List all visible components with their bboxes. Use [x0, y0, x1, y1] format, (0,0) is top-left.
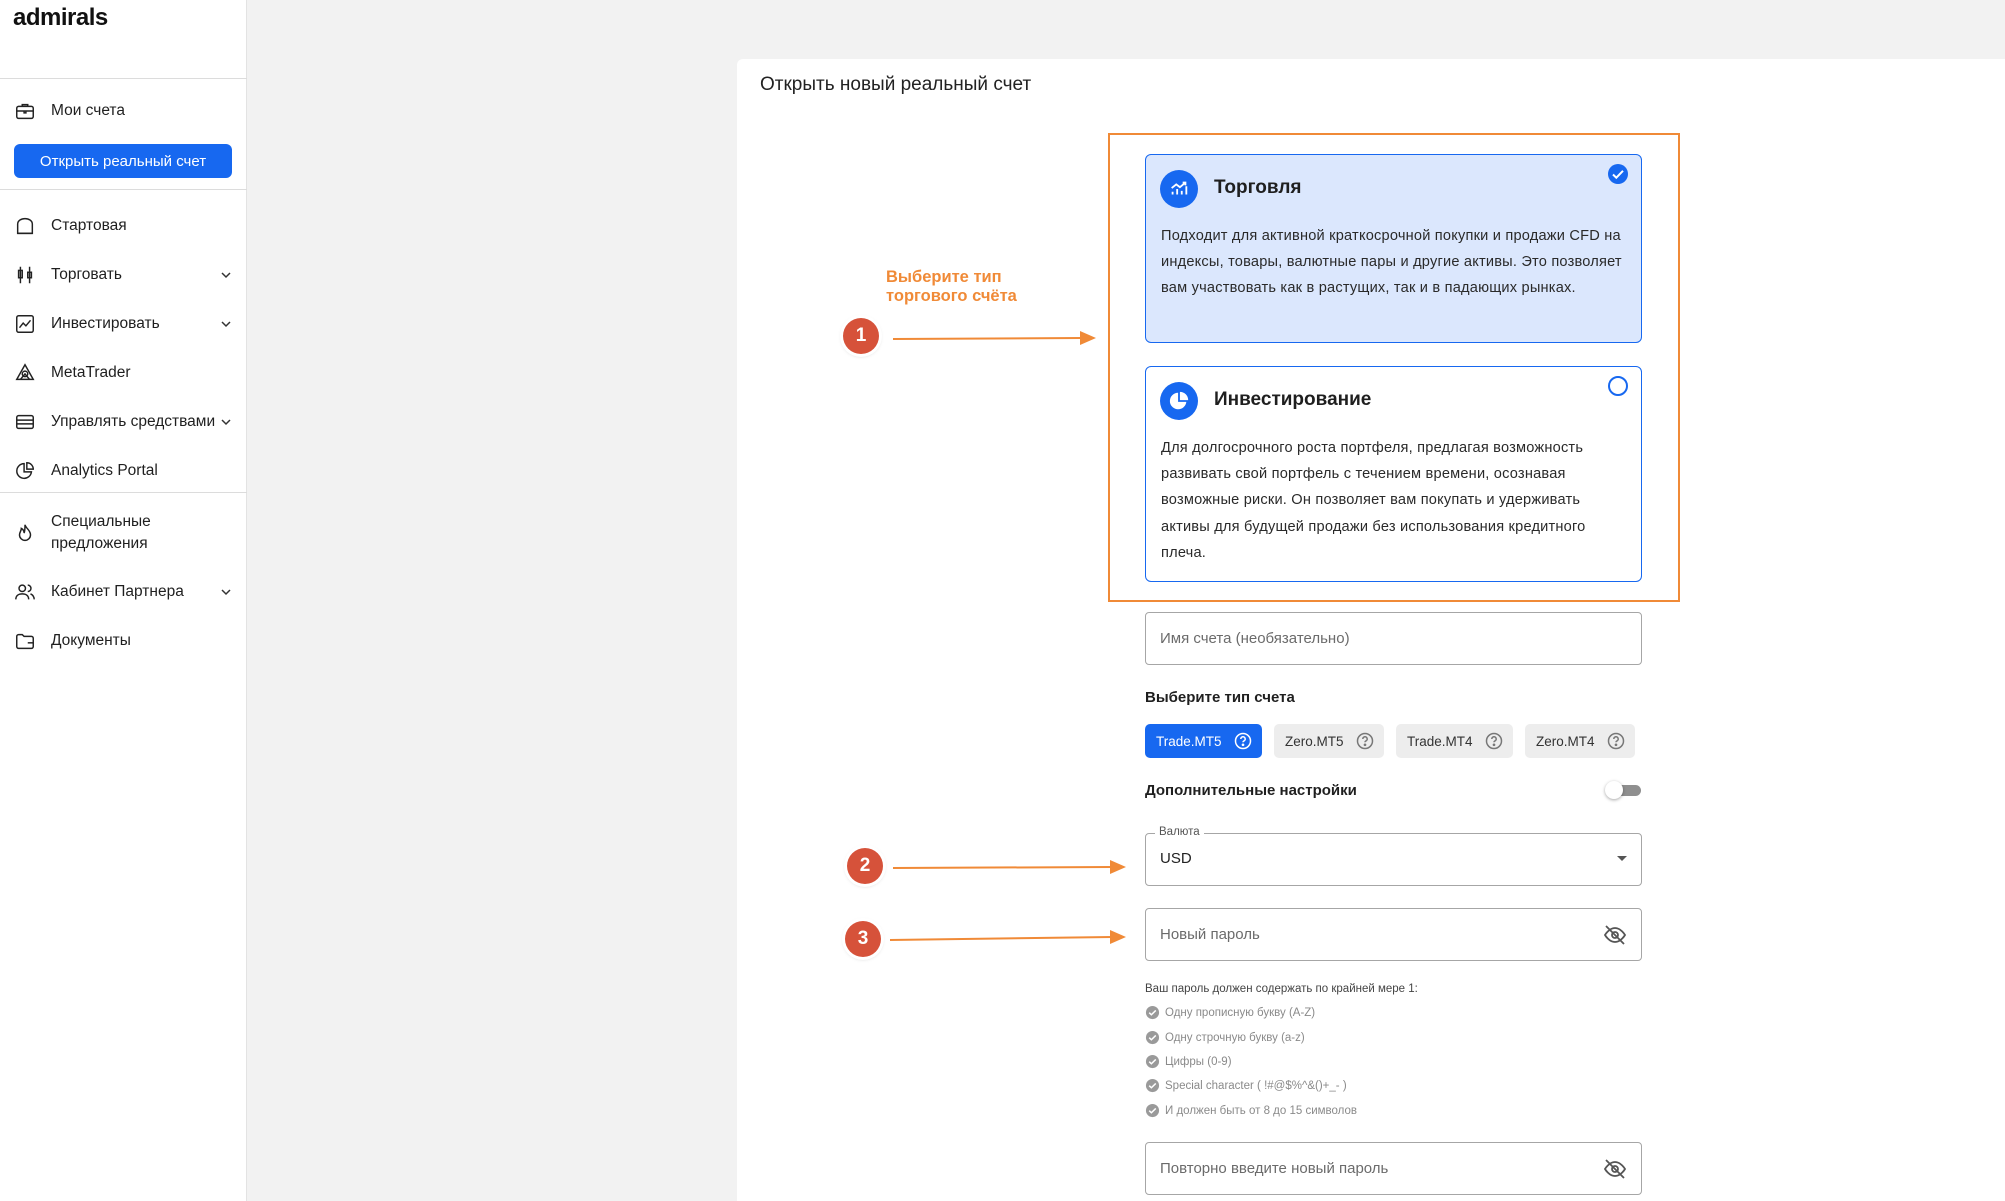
account-type-chip-zero-mt4[interactable]: Zero.MT4: [1525, 724, 1635, 758]
check-circle-icon: [1145, 1078, 1160, 1093]
page-title: Открыть новый реальный счет: [760, 74, 1032, 95]
flame-icon: [14, 522, 36, 544]
dropdown-arrow-icon[interactable]: [1617, 856, 1627, 861]
briefcase-icon: [14, 100, 36, 122]
wallet-icon: [14, 411, 36, 433]
sidebar-item-invest[interactable]: Инвестировать: [0, 306, 247, 342]
annotation-badge-2: 2: [847, 848, 883, 884]
currency-label: Валюта: [1155, 826, 1204, 838]
account-type-chip-trade-mt5[interactable]: Trade.MT5: [1145, 724, 1262, 758]
account-type-card-trading[interactable]: Торговля Подходит для активной краткосро…: [1145, 154, 1642, 343]
sidebar-item-metatrader[interactable]: MetaTrader: [0, 355, 247, 391]
password-requirement-item: Одну прописную букву (A-Z): [1145, 1005, 1315, 1020]
sidebar-item-label: Мои счета: [51, 102, 125, 119]
password-requirement-item: Цифры (0-9): [1145, 1054, 1232, 1069]
new-password-input[interactable]: [1160, 909, 1590, 960]
chart-line-icon: [14, 313, 36, 335]
sidebar: admirals Мои счета Открыть реальный счет…: [0, 0, 247, 1201]
card-title: Инвестирование: [1214, 389, 1372, 410]
sidebar-divider: [0, 492, 247, 493]
sidebar-divider: [0, 78, 247, 79]
password-requirement-item: Special character ( !#@$%^&()+_- ): [1145, 1078, 1347, 1093]
sidebar-item-label: Кабинет Партнера: [51, 583, 184, 600]
sidebar-item-home[interactable]: Стартовая: [0, 208, 247, 244]
account-type-chip-zero-mt5[interactable]: Zero.MT5: [1274, 724, 1384, 758]
open-real-account-button[interactable]: Открыть реальный счет: [14, 144, 232, 178]
chip-label: Trade.MT5: [1156, 733, 1222, 749]
sidebar-item-trade[interactable]: Торговать: [0, 257, 247, 293]
pie-chart-icon: [14, 460, 36, 482]
card-title: Торговля: [1214, 177, 1302, 198]
help-icon[interactable]: [1607, 732, 1625, 750]
sidebar-item-documents[interactable]: Документы: [0, 623, 247, 659]
advanced-settings-toggle[interactable]: [1605, 781, 1643, 799]
help-icon[interactable]: [1234, 732, 1252, 750]
annotation-badge-1: 1: [843, 318, 879, 354]
chevron-down-icon[interactable]: [219, 415, 233, 429]
currency-value: USD: [1160, 850, 1192, 867]
chip-label: Zero.MT4: [1536, 733, 1595, 749]
sidebar-item-label: Analytics Portal: [51, 462, 158, 479]
sidebar-item-my-accounts[interactable]: Мои счета: [0, 93, 247, 129]
pie-chart-icon: [1160, 382, 1198, 420]
repeat-password-field[interactable]: [1145, 1142, 1642, 1195]
sidebar-item-partner-cabinet[interactable]: Кабинет Партнера: [0, 574, 247, 610]
password-requirement-item: Одну строчную букву (a-z): [1145, 1030, 1305, 1045]
eye-off-icon[interactable]: [1603, 1157, 1627, 1181]
sidebar-item-label: Стартовая: [51, 217, 127, 234]
account-type-chip-trade-mt4[interactable]: Trade.MT4: [1396, 724, 1513, 758]
currency-select[interactable]: Валюта USD: [1145, 826, 1642, 886]
sidebar-item-label: Торговать: [51, 266, 122, 283]
sidebar-item-manage-funds[interactable]: Управлять средствами: [0, 404, 247, 440]
folder-icon: [14, 630, 36, 652]
account-name-input[interactable]: [1160, 613, 1590, 664]
trading-chart-icon: [1160, 170, 1198, 208]
candlestick-icon: [14, 264, 36, 286]
chip-label: Trade.MT4: [1407, 733, 1473, 749]
repeat-password-input[interactable]: [1160, 1143, 1590, 1194]
annotation-badge-3: 3: [845, 921, 881, 957]
help-icon[interactable]: [1485, 732, 1503, 750]
chevron-down-icon[interactable]: [219, 585, 233, 599]
advanced-settings-label: Дополнительные настройки: [1145, 782, 1357, 799]
check-circle-icon: [1145, 1005, 1160, 1020]
help-icon[interactable]: [1356, 732, 1374, 750]
radio-unchecked-icon[interactable]: [1607, 375, 1629, 397]
home-icon: [14, 215, 36, 237]
chevron-down-icon[interactable]: [219, 317, 233, 331]
new-password-field[interactable]: [1145, 908, 1642, 961]
sidebar-item-label: Документы: [51, 632, 131, 649]
admirals-logo[interactable]: admirals: [13, 4, 108, 32]
card-description: Подходит для активной краткосрочной поку…: [1161, 228, 1622, 297]
toggle-knob[interactable]: [1605, 781, 1623, 799]
password-requirements-title: Ваш пароль должен содержать по крайней м…: [1145, 983, 1418, 995]
sidebar-item-label: Специальные предложения: [51, 513, 151, 552]
sidebar-divider: [0, 189, 247, 190]
check-circle-icon[interactable]: [1607, 163, 1629, 185]
eye-off-icon[interactable]: [1603, 923, 1627, 947]
sidebar-item-special-offers[interactable]: Специальные предложения: [0, 509, 247, 557]
sidebar-item-label: MetaTrader: [51, 364, 131, 381]
users-icon: [14, 581, 36, 603]
account-type-label: Выберите тип счета: [1145, 689, 1295, 706]
chevron-down-icon[interactable]: [219, 268, 233, 282]
sidebar-item-label: Инвестировать: [51, 315, 160, 332]
password-requirement-item: И должен быть от 8 до 15 символов: [1145, 1103, 1357, 1118]
check-circle-icon: [1145, 1054, 1160, 1069]
check-circle-icon: [1145, 1103, 1160, 1118]
account-type-card-investing[interactable]: Инвестирование Для долгосрочного роста п…: [1145, 366, 1642, 582]
card-description: Для долгосрочного роста портфеля, предла…: [1161, 440, 1586, 561]
annotation-hint: Выберите тип торгового счёта: [886, 268, 1017, 305]
metatrader-icon: [14, 362, 36, 384]
sidebar-item-analytics-portal[interactable]: Analytics Portal: [0, 453, 247, 489]
chip-label: Zero.MT5: [1285, 733, 1344, 749]
account-name-field[interactable]: [1145, 612, 1642, 665]
check-circle-icon: [1145, 1030, 1160, 1045]
sidebar-item-label: Управлять средствами: [51, 413, 216, 430]
